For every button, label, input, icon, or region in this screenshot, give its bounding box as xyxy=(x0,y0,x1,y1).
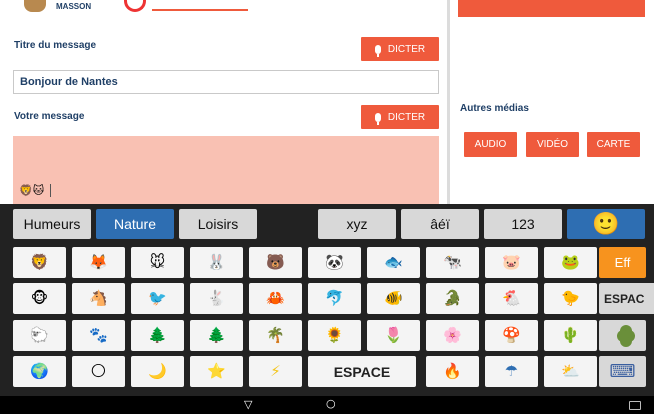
emoji-key-crocodile[interactable]: 🐊 xyxy=(426,283,479,314)
audio-button[interactable]: AUDIO xyxy=(464,132,517,157)
emoji-key-flower[interactable]: 🌻 xyxy=(308,320,361,351)
emoji-key-globe[interactable]: 🌍 xyxy=(13,356,66,387)
message-label: Votre message xyxy=(14,111,85,122)
emoji-key-pig[interactable]: 🐷 xyxy=(485,247,538,278)
user-name: MASSON xyxy=(56,2,92,11)
emoji-key-tropical-fish[interactable]: 🐠 xyxy=(367,283,420,314)
title-input[interactable] xyxy=(13,70,439,94)
tab-accents[interactable]: âéï xyxy=(401,209,479,239)
message-content: 🦁🐱 xyxy=(19,184,45,197)
tab-moods[interactable]: Humeurs xyxy=(13,209,91,239)
emoji-key-cow[interactable]: 🐄 xyxy=(426,247,479,278)
hide-keyboard-key[interactable]: ⌨ xyxy=(599,356,646,387)
header-line xyxy=(152,9,248,11)
emoji-key-palm-tree[interactable]: 🌴 xyxy=(249,320,302,351)
text-cursor xyxy=(50,184,51,197)
emoji-key-cloud-sun[interactable]: ⛅ xyxy=(544,356,597,387)
emoji-key-frog[interactable]: 🐸 xyxy=(544,247,597,278)
dictate-message-label: DICTER xyxy=(387,111,426,123)
tab-emoji[interactable]: 🙂 xyxy=(567,209,645,239)
emoji-key-cactus[interactable]: 🌵 xyxy=(544,320,597,351)
keyboard-switch-icon[interactable] xyxy=(629,401,641,410)
emoji-key-crab[interactable]: 🦀 xyxy=(249,283,302,314)
tab-leisure[interactable]: Loisirs xyxy=(179,209,257,239)
top-right-action-button[interactable] xyxy=(458,0,645,17)
emoji-key-chicken[interactable]: 🐔 xyxy=(485,283,538,314)
emoji-key-umbrella[interactable]: ☂ xyxy=(485,356,538,387)
keyboard-icon: ⌨ xyxy=(609,360,636,382)
emoji-key-monkey[interactable]: 🐵 xyxy=(13,283,66,314)
emoji-key-bunny[interactable]: 🐇 xyxy=(190,283,243,314)
emoji-key-paw-prints[interactable]: 🐾 xyxy=(72,320,125,351)
video-button[interactable]: VIDÉO xyxy=(526,132,579,157)
emoji-key-chick[interactable]: 🐤 xyxy=(544,283,597,314)
emoji-key-tulip[interactable]: 🌷 xyxy=(367,320,420,351)
home-nav-icon[interactable]: ○ xyxy=(326,397,336,410)
emoji-key-lightning[interactable]: ⚡ xyxy=(249,356,302,387)
emoji-key-sun[interactable]: 🌕 xyxy=(72,356,125,387)
tab-numbers[interactable]: 123 xyxy=(484,209,562,239)
user-avatar xyxy=(24,0,46,12)
space-key[interactable]: ESPACE xyxy=(308,356,416,387)
back-nav-icon[interactable]: ▽ xyxy=(244,398,252,411)
emoji-key-tree[interactable]: 🌲 xyxy=(131,320,184,351)
emoji-key-panda[interactable]: 🐼 xyxy=(308,247,361,278)
column-divider xyxy=(447,0,450,204)
emoji-key-moon[interactable]: 🌙 xyxy=(131,356,184,387)
emoji-key-bear[interactable]: 🐻 xyxy=(249,247,302,278)
emoji-key-fir-tree[interactable]: 🌲 xyxy=(190,320,243,351)
map-button[interactable]: CARTE xyxy=(587,132,640,157)
space-side-key[interactable]: ESPAC xyxy=(599,283,654,314)
emoji-key-dolphin[interactable]: 🐬 xyxy=(308,283,361,314)
emoji-key-blossom[interactable]: 🌸 xyxy=(426,320,479,351)
emoji-key-bird[interactable]: 🐦 xyxy=(131,283,184,314)
tab-nature[interactable]: Nature xyxy=(96,209,174,239)
emoji-key-fire[interactable]: 🔥 xyxy=(426,356,479,387)
record-icon[interactable] xyxy=(124,0,146,12)
emoji-key-clover[interactable] xyxy=(599,320,646,351)
emoji-key-fish[interactable]: 🐟 xyxy=(367,247,420,278)
dictate-message-button[interactable]: DICTER xyxy=(361,105,439,129)
tab-xyz[interactable]: xyz xyxy=(318,209,396,239)
delete-key[interactable]: Eff xyxy=(599,247,646,278)
message-textarea[interactable]: 🦁🐱 xyxy=(13,136,439,204)
emoji-key-star[interactable]: ⭐ xyxy=(190,356,243,387)
microphone-icon xyxy=(374,112,381,125)
emoji-key-fox[interactable]: 🦊 xyxy=(72,247,125,278)
title-label: Titre du message xyxy=(14,40,97,51)
microphone-icon xyxy=(374,44,381,57)
clover-icon xyxy=(616,329,629,342)
media-label: Autres médias xyxy=(460,103,529,114)
emoji-key-horse[interactable]: 🐴 xyxy=(72,283,125,314)
emoji-key-sheep[interactable]: 🐑 xyxy=(13,320,66,351)
smiley-icon: 🙂 xyxy=(592,211,620,237)
emoji-key-mushroom[interactable]: 🍄 xyxy=(485,320,538,351)
emoji-key-lion[interactable]: 🦁 xyxy=(13,247,66,278)
emoji-key-rabbit[interactable]: 🐰 xyxy=(190,247,243,278)
emoji-key-mouse[interactable]: 🐭 xyxy=(131,247,184,278)
dictate-title-button[interactable]: DICTER xyxy=(361,37,439,61)
dictate-title-label: DICTER xyxy=(387,43,426,55)
